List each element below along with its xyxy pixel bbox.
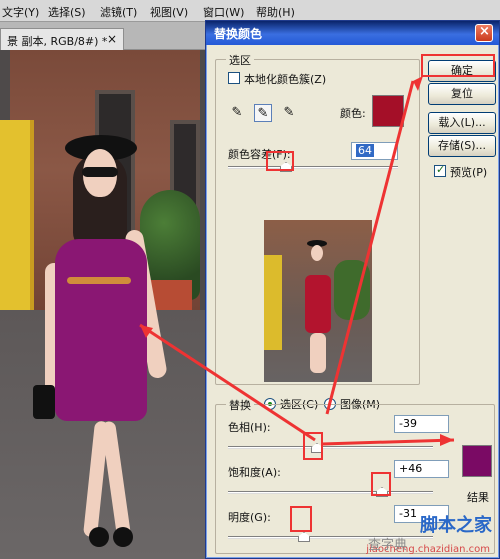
fuzziness-highlight-box	[266, 151, 294, 171]
saturation-highlight-box	[371, 472, 391, 496]
menu-help[interactable]: 帮助(H)	[256, 4, 295, 20]
photo-canvas[interactable]	[0, 50, 210, 559]
dialog-titlebar[interactable]: 替换颜色 ×	[206, 21, 499, 45]
hue-label: 色相(H):	[228, 421, 271, 434]
saturation-input[interactable]: +46	[394, 460, 449, 478]
selection-group-title: 选区	[226, 52, 254, 68]
preview-legs	[310, 333, 326, 373]
color-label: 颜色:	[340, 107, 366, 120]
preview-door	[264, 255, 282, 350]
close-icon: ×	[479, 24, 490, 39]
purple-dress	[55, 239, 147, 421]
fuzziness-input[interactable]: 64	[351, 142, 398, 160]
document-tab[interactable]: 景 副本, RGB/8#) * ×	[0, 28, 124, 50]
menu-filter[interactable]: 滤镜(T)	[100, 4, 137, 20]
watermark-secondary: 查字典	[368, 538, 408, 553]
lightness-label: 明度(G):	[228, 511, 271, 524]
hue-slider-track[interactable]	[228, 446, 433, 449]
result-label: 结果	[467, 491, 489, 504]
close-icon[interactable]: ×	[107, 32, 117, 46]
eyedropper-plus-icon[interactable]: ✎	[254, 104, 272, 122]
menu-view[interactable]: 视图(V)	[150, 4, 188, 20]
selection-color-swatch[interactable]	[372, 95, 404, 127]
belt	[67, 277, 131, 284]
watermark-main: 脚本之家	[420, 515, 492, 536]
sunglasses	[82, 167, 118, 177]
result-color-swatch[interactable]	[462, 445, 492, 477]
preview-dress	[305, 275, 331, 333]
woman-figure	[33, 135, 168, 555]
saturation-label: 饱和度(A):	[228, 466, 281, 479]
preview-plants	[334, 260, 370, 320]
preview-checkbox[interactable]	[434, 163, 446, 177]
preview-label: 预览(P)	[450, 166, 488, 179]
hue-input[interactable]: -39	[394, 415, 449, 433]
preview-woman	[300, 240, 336, 380]
right-shoe	[113, 527, 133, 547]
menu-select[interactable]: 选择(S)	[48, 4, 86, 20]
save-button[interactable]: 存储(S)...	[428, 135, 496, 157]
selection-preview	[264, 220, 372, 382]
menu-bar: 文字(Y) 选择(S) 滤镜(T) 视图(V) 窗口(W) 帮助(H)	[0, 0, 500, 22]
load-button[interactable]: 载入(L)...	[428, 112, 496, 134]
reset-button[interactable]: 复位	[428, 83, 496, 105]
menu-window[interactable]: 窗口(W)	[203, 4, 244, 20]
close-button[interactable]: ×	[475, 24, 493, 42]
replacement-group-title: 替换	[226, 397, 254, 413]
fuzziness-slider-track[interactable]	[228, 166, 398, 169]
eyedropper-minus-icon[interactable]: ✎	[280, 104, 298, 122]
menu-text[interactable]: 文字(Y)	[2, 4, 39, 20]
lightness-highlight-box	[290, 506, 312, 532]
localized-color-clusters-label: 本地化颜色簇(Z)	[244, 73, 327, 86]
replace-color-dialog: 替换颜色 × 选区 本地化颜色簇(Z) ✎ ✎ ✎ 颜色: 颜色容差(F): 6…	[205, 20, 500, 559]
right-leg	[100, 420, 132, 538]
dialog-title: 替换颜色	[214, 27, 263, 41]
ok-highlight-box	[421, 54, 495, 77]
selection-group: 选区 本地化颜色簇(Z) ✎ ✎ ✎ 颜色: 颜色容差(F): 64 选区(C)…	[215, 52, 420, 411]
preview-head	[311, 245, 323, 261]
handbag	[33, 385, 55, 419]
lightness-slider-thumb[interactable]	[298, 532, 310, 542]
left-shoe	[89, 527, 109, 547]
document-tab-title: 景 副本, RGB/8#) *	[7, 35, 108, 48]
hue-highlight-box	[303, 432, 323, 460]
eyedropper-icon[interactable]: ✎	[228, 104, 246, 122]
saturation-slider-track[interactable]	[228, 491, 433, 494]
localized-color-clusters-checkbox[interactable]	[228, 72, 240, 84]
